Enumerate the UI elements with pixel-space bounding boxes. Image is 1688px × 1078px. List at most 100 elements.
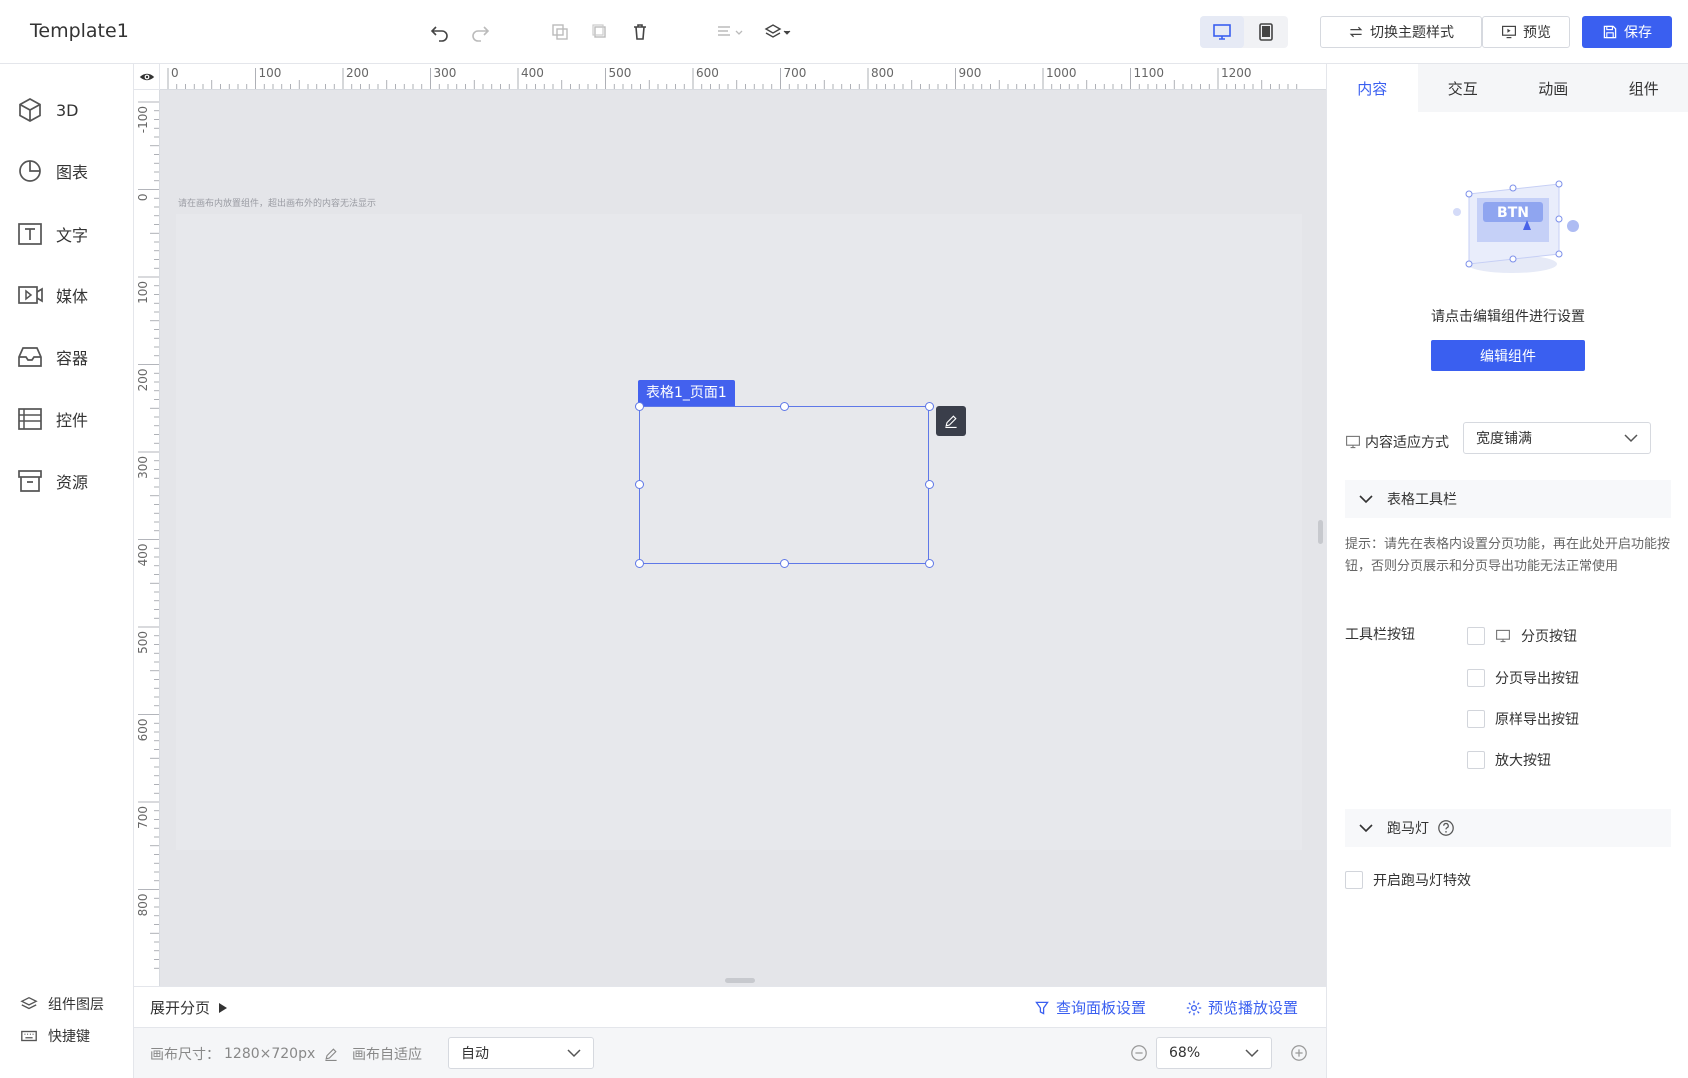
sidebar-item-chart[interactable]: 图表 <box>16 151 126 191</box>
table-toolbar-section-header[interactable]: 表格工具栏 <box>1345 480 1671 518</box>
resize-handle-s[interactable] <box>780 559 789 568</box>
page-bar: 展开分页 查询面板设置 预览播放设置 <box>134 986 1326 1028</box>
preview-play-settings-link[interactable]: 预览播放设置 <box>1186 997 1298 1018</box>
container-icon <box>18 347 42 367</box>
save-label: 保存 <box>1624 25 1652 41</box>
save-button[interactable]: 保存 <box>1582 16 1672 48</box>
original-export-option[interactable]: 原样导出按钮 <box>1467 709 1579 729</box>
copy-icon[interactable] <box>548 20 572 44</box>
sidebar-item-label: 图表 <box>56 163 89 182</box>
canvas-size-label: 画布尺寸： <box>150 1047 220 1063</box>
auto-fit-value: 自动 <box>461 1046 489 1062</box>
panel-hint: 请点击编辑组件进行设置 <box>1431 309 1585 325</box>
sidebar-item-label: 文字 <box>56 226 89 245</box>
ruler-visibility-toggle[interactable] <box>134 64 160 90</box>
preview-label: 预览 <box>1523 25 1551 41</box>
pagination-button-option[interactable]: 分页按钮 <box>1467 626 1577 646</box>
ruler-label: 500 <box>609 66 632 80</box>
media-icon <box>18 286 43 304</box>
query-panel-settings-link[interactable]: 查询面板设置 <box>1034 997 1146 1018</box>
ruler-label: 1100 <box>1134 66 1165 80</box>
auto-fit-select[interactable]: 自动 <box>448 1037 594 1069</box>
zoom-in-button[interactable] <box>1290 1044 1308 1066</box>
expand-pages-label: 展开分页 <box>150 999 211 1017</box>
edit-component-button[interactable]: 编辑组件 <box>1431 340 1585 371</box>
sidebar-item-3d[interactable]: 3D <box>16 90 126 130</box>
resize-handle-e[interactable] <box>925 480 934 489</box>
undo-icon[interactable] <box>428 20 452 44</box>
sidebar-item-container[interactable]: 容器 <box>16 337 126 377</box>
resize-handle-sw[interactable] <box>635 559 644 568</box>
sidebar-item-control[interactable]: 控件 <box>16 399 126 439</box>
desktop-view-button[interactable] <box>1200 16 1244 48</box>
help-icon[interactable] <box>1437 819 1455 837</box>
pie-chart-icon <box>19 160 41 182</box>
canvas-hint: 请在画布内放置组件，超出画布外的内容无法显示 <box>178 199 377 209</box>
paste-icon[interactable] <box>588 20 612 44</box>
tab-content[interactable]: 内容 <box>1327 64 1418 112</box>
design-canvas[interactable]: 请在画布内放置组件，超出画布外的内容无法显示 表格1_页面1 <box>160 90 1326 986</box>
layers-button[interactable]: 组件图层 <box>20 994 104 1014</box>
redo-icon[interactable] <box>468 20 492 44</box>
canvas-horizontal-scrollbar[interactable] <box>725 978 755 983</box>
save-icon <box>1603 25 1617 39</box>
tab-component[interactable]: 组件 <box>1599 64 1688 112</box>
resource-icon <box>18 470 42 492</box>
marquee-effect-label: 开启跑马灯特效 <box>1373 873 1471 889</box>
sidebar-item-label: 媒体 <box>56 287 89 306</box>
resize-handle-w[interactable] <box>635 480 644 489</box>
sidebar-item-label: 资源 <box>56 473 89 492</box>
pagination-export-option[interactable]: 分页导出按钮 <box>1467 668 1579 688</box>
chevron-down-icon <box>567 1049 581 1058</box>
properties-panel: 内容 交互 动画 组件 BTN 请点击编辑组件进行设置 编辑组件 内容适应方式 … <box>1326 64 1688 1078</box>
zoom-select[interactable]: 68% <box>1156 1037 1272 1069</box>
pagination-export-label: 分页导出按钮 <box>1495 671 1579 687</box>
switch-theme-button[interactable]: 切换主题样式 <box>1320 16 1482 48</box>
panel-splitter-handle[interactable] <box>1318 520 1323 542</box>
ruler-label: 0 <box>171 66 179 80</box>
edit-size-icon[interactable] <box>323 1046 339 1062</box>
marquee-section-header[interactable]: 跑马灯 <box>1345 809 1671 847</box>
align-icon[interactable] <box>712 20 748 44</box>
delete-icon[interactable] <box>628 20 652 44</box>
original-export-checkbox[interactable] <box>1467 710 1485 728</box>
layer-order-icon[interactable] <box>760 20 796 44</box>
zoom-value: 68% <box>1169 1045 1201 1061</box>
filter-icon <box>1035 1001 1049 1015</box>
sidebar-item-resource[interactable]: 资源 <box>16 461 126 501</box>
fit-mode-select[interactable]: 宽度铺满 <box>1463 422 1651 454</box>
ruler-label: 1200 <box>1221 66 1252 80</box>
selected-table-component[interactable] <box>639 406 929 564</box>
resize-handle-nw[interactable] <box>635 402 644 411</box>
resize-handle-n[interactable] <box>780 402 789 411</box>
selected-component-label[interactable]: 表格1_页面1 <box>638 380 735 406</box>
horizontal-ruler: 0 100 200 300 400 500 600 700 800 900 1000 1100 1200 <box>160 64 1326 90</box>
tab-interaction[interactable]: 交互 <box>1418 64 1509 112</box>
sidebar-item-label: 控件 <box>56 411 89 430</box>
resize-handle-ne[interactable] <box>925 402 934 411</box>
shortcuts-button[interactable]: 快捷键 <box>20 1026 90 1046</box>
sidebar-item-text[interactable]: 文字 <box>16 214 126 254</box>
toolbar-buttons-label: 工具栏按钮 <box>1345 627 1415 643</box>
marquee-effect-option[interactable]: 开启跑马灯特效 <box>1345 870 1471 890</box>
tab-animation[interactable]: 动画 <box>1508 64 1599 112</box>
keyboard-icon <box>21 1030 37 1042</box>
preview-button[interactable]: 预览 <box>1482 16 1570 48</box>
zoom-button-option[interactable]: 放大按钮 <box>1467 750 1551 770</box>
marquee-effect-checkbox[interactable] <box>1345 871 1363 889</box>
tablet-view-button[interactable] <box>1244 16 1288 48</box>
chevron-down-icon <box>1624 434 1638 443</box>
ruler-label: 400 <box>521 66 544 80</box>
expand-pages-button[interactable]: 展开分页 <box>150 997 228 1018</box>
pagination-button-checkbox[interactable] <box>1467 627 1485 645</box>
cube-icon <box>19 98 41 122</box>
resize-handle-se[interactable] <box>925 559 934 568</box>
ruler-label: 200 <box>346 66 369 80</box>
edit-component-pencil[interactable] <box>936 406 966 436</box>
pagination-export-checkbox[interactable] <box>1467 669 1485 687</box>
sidebar-item-media[interactable]: 媒体 <box>16 275 126 315</box>
zoom-button-checkbox[interactable] <box>1467 751 1485 769</box>
chevron-down-icon <box>1359 495 1373 504</box>
zoom-out-button[interactable] <box>1130 1044 1148 1066</box>
preview-icon <box>1502 25 1516 39</box>
